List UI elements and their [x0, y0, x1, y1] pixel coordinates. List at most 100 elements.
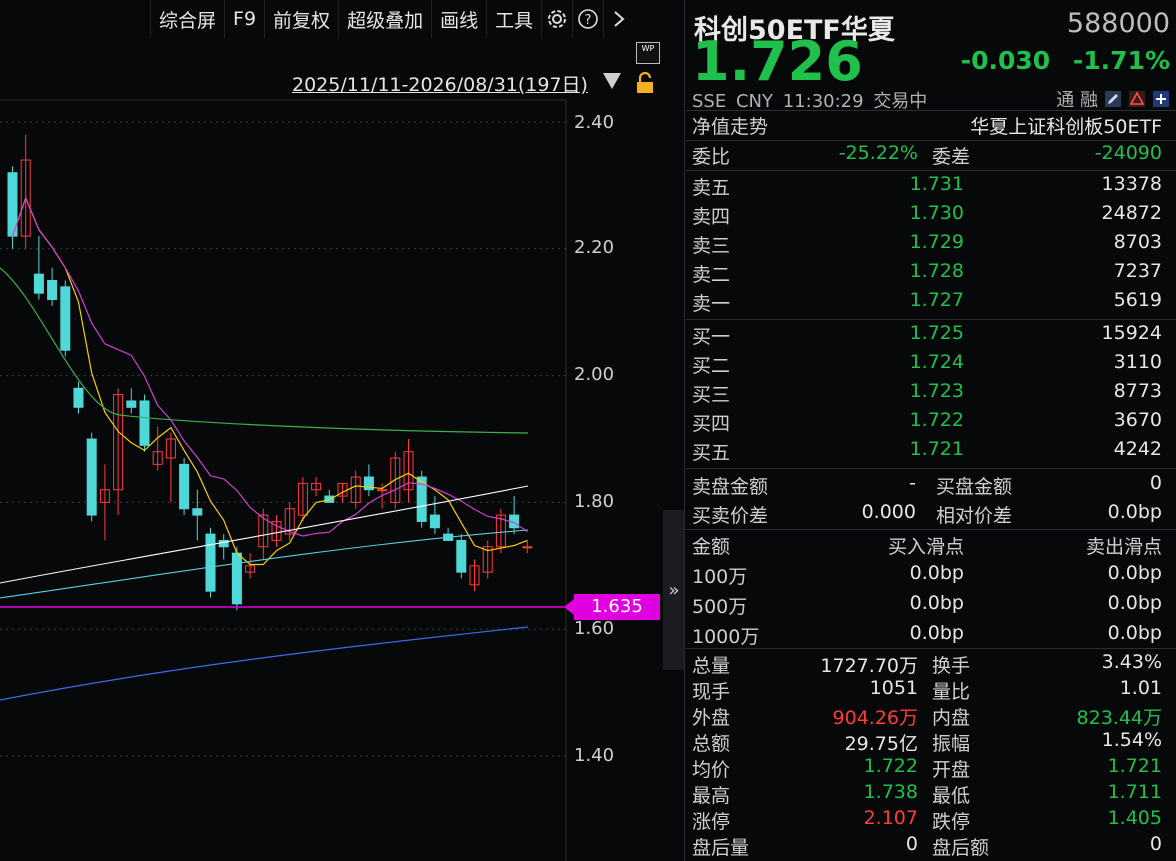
ask-price: 1.730 [909, 202, 964, 224]
add-watchlist-icon[interactable] [1152, 90, 1170, 108]
ma250-line [0, 626, 529, 701]
candle-down [192, 508, 203, 516]
edit-icon[interactable] [1104, 90, 1122, 108]
draw-line-button[interactable]: 画线 [431, 0, 486, 38]
sell-slippage: 0.0bp [1107, 592, 1162, 614]
wp-icon[interactable]: WP [636, 42, 660, 64]
date-range-selector[interactable]: 2025/11/11-2026/08/31(197日) [292, 70, 588, 97]
stat-label: 现手 [692, 681, 731, 703]
column-header: 买入滑点 [887, 536, 964, 558]
nav-trend-row[interactable]: 净值走势 华夏上证科创板50ETF [686, 112, 1176, 140]
price-change: -0.030 -1.71% [961, 46, 1170, 75]
ask-level-label: 卖二 [692, 264, 731, 286]
stat-label: 均价 [692, 759, 731, 781]
bid-price: 1.723 [909, 380, 964, 402]
bid-level-row[interactable]: 买一 1.725 15924 [686, 322, 1176, 350]
candle-up [522, 546, 533, 549]
stats-row: 总额 29.75亿 振幅 1.54% [686, 729, 1176, 757]
lock-icon[interactable] [634, 72, 656, 94]
trading-status: 交易中 [873, 91, 928, 112]
slippage-header: 金额 买入滑点 卖出滑点 [686, 532, 1176, 560]
bid-level-row[interactable]: 买五 1.721 4242 [686, 438, 1176, 466]
ask-level-row[interactable]: 卖四 1.730 24872 [686, 202, 1176, 230]
tab-f9[interactable]: F9 [224, 0, 264, 38]
ask-level-row[interactable]: 卖五 1.731 13378 [686, 173, 1176, 201]
stat-value: 1.54% [1101, 729, 1162, 751]
slippage-amount: 100万 [692, 566, 748, 588]
stats-row: 均价 1.722 开盘 1.721 [686, 755, 1176, 783]
ask-level-row[interactable]: 卖二 1.728 7237 [686, 260, 1176, 288]
tab-overview[interactable]: 综合屏 [150, 0, 224, 38]
stat-label: 开盘 [932, 759, 971, 781]
alert-icon[interactable] [1128, 90, 1146, 108]
bid-level-label: 买五 [692, 442, 731, 464]
stats-row: 涨停 2.107 跌停 1.405 [686, 807, 1176, 835]
gear-icon [548, 10, 567, 28]
settings-button[interactable] [541, 0, 572, 38]
nav-trend-label: 净值走势 [692, 116, 769, 138]
change-percent: -1.71% [1072, 46, 1170, 75]
weicha-label: 委差 [932, 146, 971, 168]
bid-level-label: 买二 [692, 355, 731, 377]
dropdown-triangle-icon[interactable] [603, 73, 621, 89]
separator [686, 319, 1176, 320]
price-level-tag[interactable]: 1.635 [564, 594, 660, 620]
depth-label: 买卖价差 [692, 505, 769, 527]
stats-row: 盘后量 0 盘后额 0 [686, 833, 1176, 861]
candle-down [73, 387, 84, 408]
stat-value: 1.722 [863, 755, 918, 777]
candle-down [60, 286, 71, 351]
candle-down [126, 400, 137, 408]
overlay-button[interactable]: 超级叠加 [338, 0, 431, 38]
bid-level-label: 买三 [692, 384, 731, 406]
depth-value: - [909, 472, 916, 494]
bid-level-label: 买一 [692, 326, 731, 348]
stat-value: 1051 [869, 677, 918, 699]
collapse-panel-button[interactable]: » [663, 510, 685, 670]
buy-slippage: 0.0bp [909, 622, 964, 644]
bid-price: 1.725 [909, 322, 964, 344]
ask-price: 1.727 [909, 289, 964, 311]
candle-down [33, 273, 44, 294]
bid-level-row[interactable]: 买四 1.722 3670 [686, 409, 1176, 437]
ask-level-row[interactable]: 卖一 1.727 5619 [686, 289, 1176, 317]
forward-adjust-button[interactable]: 前复权 [264, 0, 338, 38]
stat-value: 823.44万 [1076, 707, 1162, 729]
bid-volume: 8773 [1113, 380, 1162, 402]
stat-value: 29.75亿 [844, 733, 918, 755]
bid-volume: 3110 [1113, 351, 1162, 373]
index-name: 华夏上证科创板50ETF [970, 116, 1162, 138]
bid-level-row[interactable]: 买二 1.724 3110 [686, 351, 1176, 379]
quote-panel: 科创50ETF华夏 588000 1.726 -0.030 -1.71% SSE… [686, 0, 1176, 861]
currency: CNY [735, 91, 773, 112]
kline-chart[interactable] [0, 0, 663, 861]
bid-level-label: 买四 [692, 413, 731, 435]
candle-down [429, 514, 440, 529]
sell-slippage: 0.0bp [1107, 622, 1162, 644]
stat-value: 0 [1149, 833, 1162, 855]
separator [686, 468, 1176, 469]
candle-down [139, 400, 150, 446]
y-tick-label: 1.80 [574, 491, 615, 512]
column-header: 卖出滑点 [1085, 536, 1162, 558]
stat-label: 盘后量 [692, 837, 750, 859]
slippage-amount: 1000万 [692, 626, 760, 648]
stat-value: 904.26万 [832, 707, 918, 729]
stat-label: 总量 [692, 655, 731, 677]
ask-level-row[interactable]: 卖三 1.729 8703 [686, 231, 1176, 259]
chevron-right-icon [614, 11, 625, 27]
depth-label: 买盘金额 [936, 476, 1013, 498]
kline-chart-area[interactable]: 综合屏 F9 前复权 超级叠加 画线 工具 ? WP 2025/11/11-20… [0, 0, 663, 861]
panel-divider [684, 0, 685, 861]
candle-down [231, 552, 242, 605]
next-button[interactable] [603, 0, 634, 38]
candle-down [47, 280, 58, 301]
tools-button[interactable]: 工具 [486, 0, 541, 38]
depth-value: 0.000 [861, 501, 916, 523]
weibi-row: 委比 -25.22% 委差 -24090 [686, 142, 1176, 170]
help-button[interactable]: ? [572, 0, 603, 38]
stat-label: 最低 [932, 785, 971, 807]
ask-volume: 24872 [1101, 202, 1162, 224]
bid-level-row[interactable]: 买三 1.723 8773 [686, 380, 1176, 408]
candle-down [456, 539, 467, 573]
